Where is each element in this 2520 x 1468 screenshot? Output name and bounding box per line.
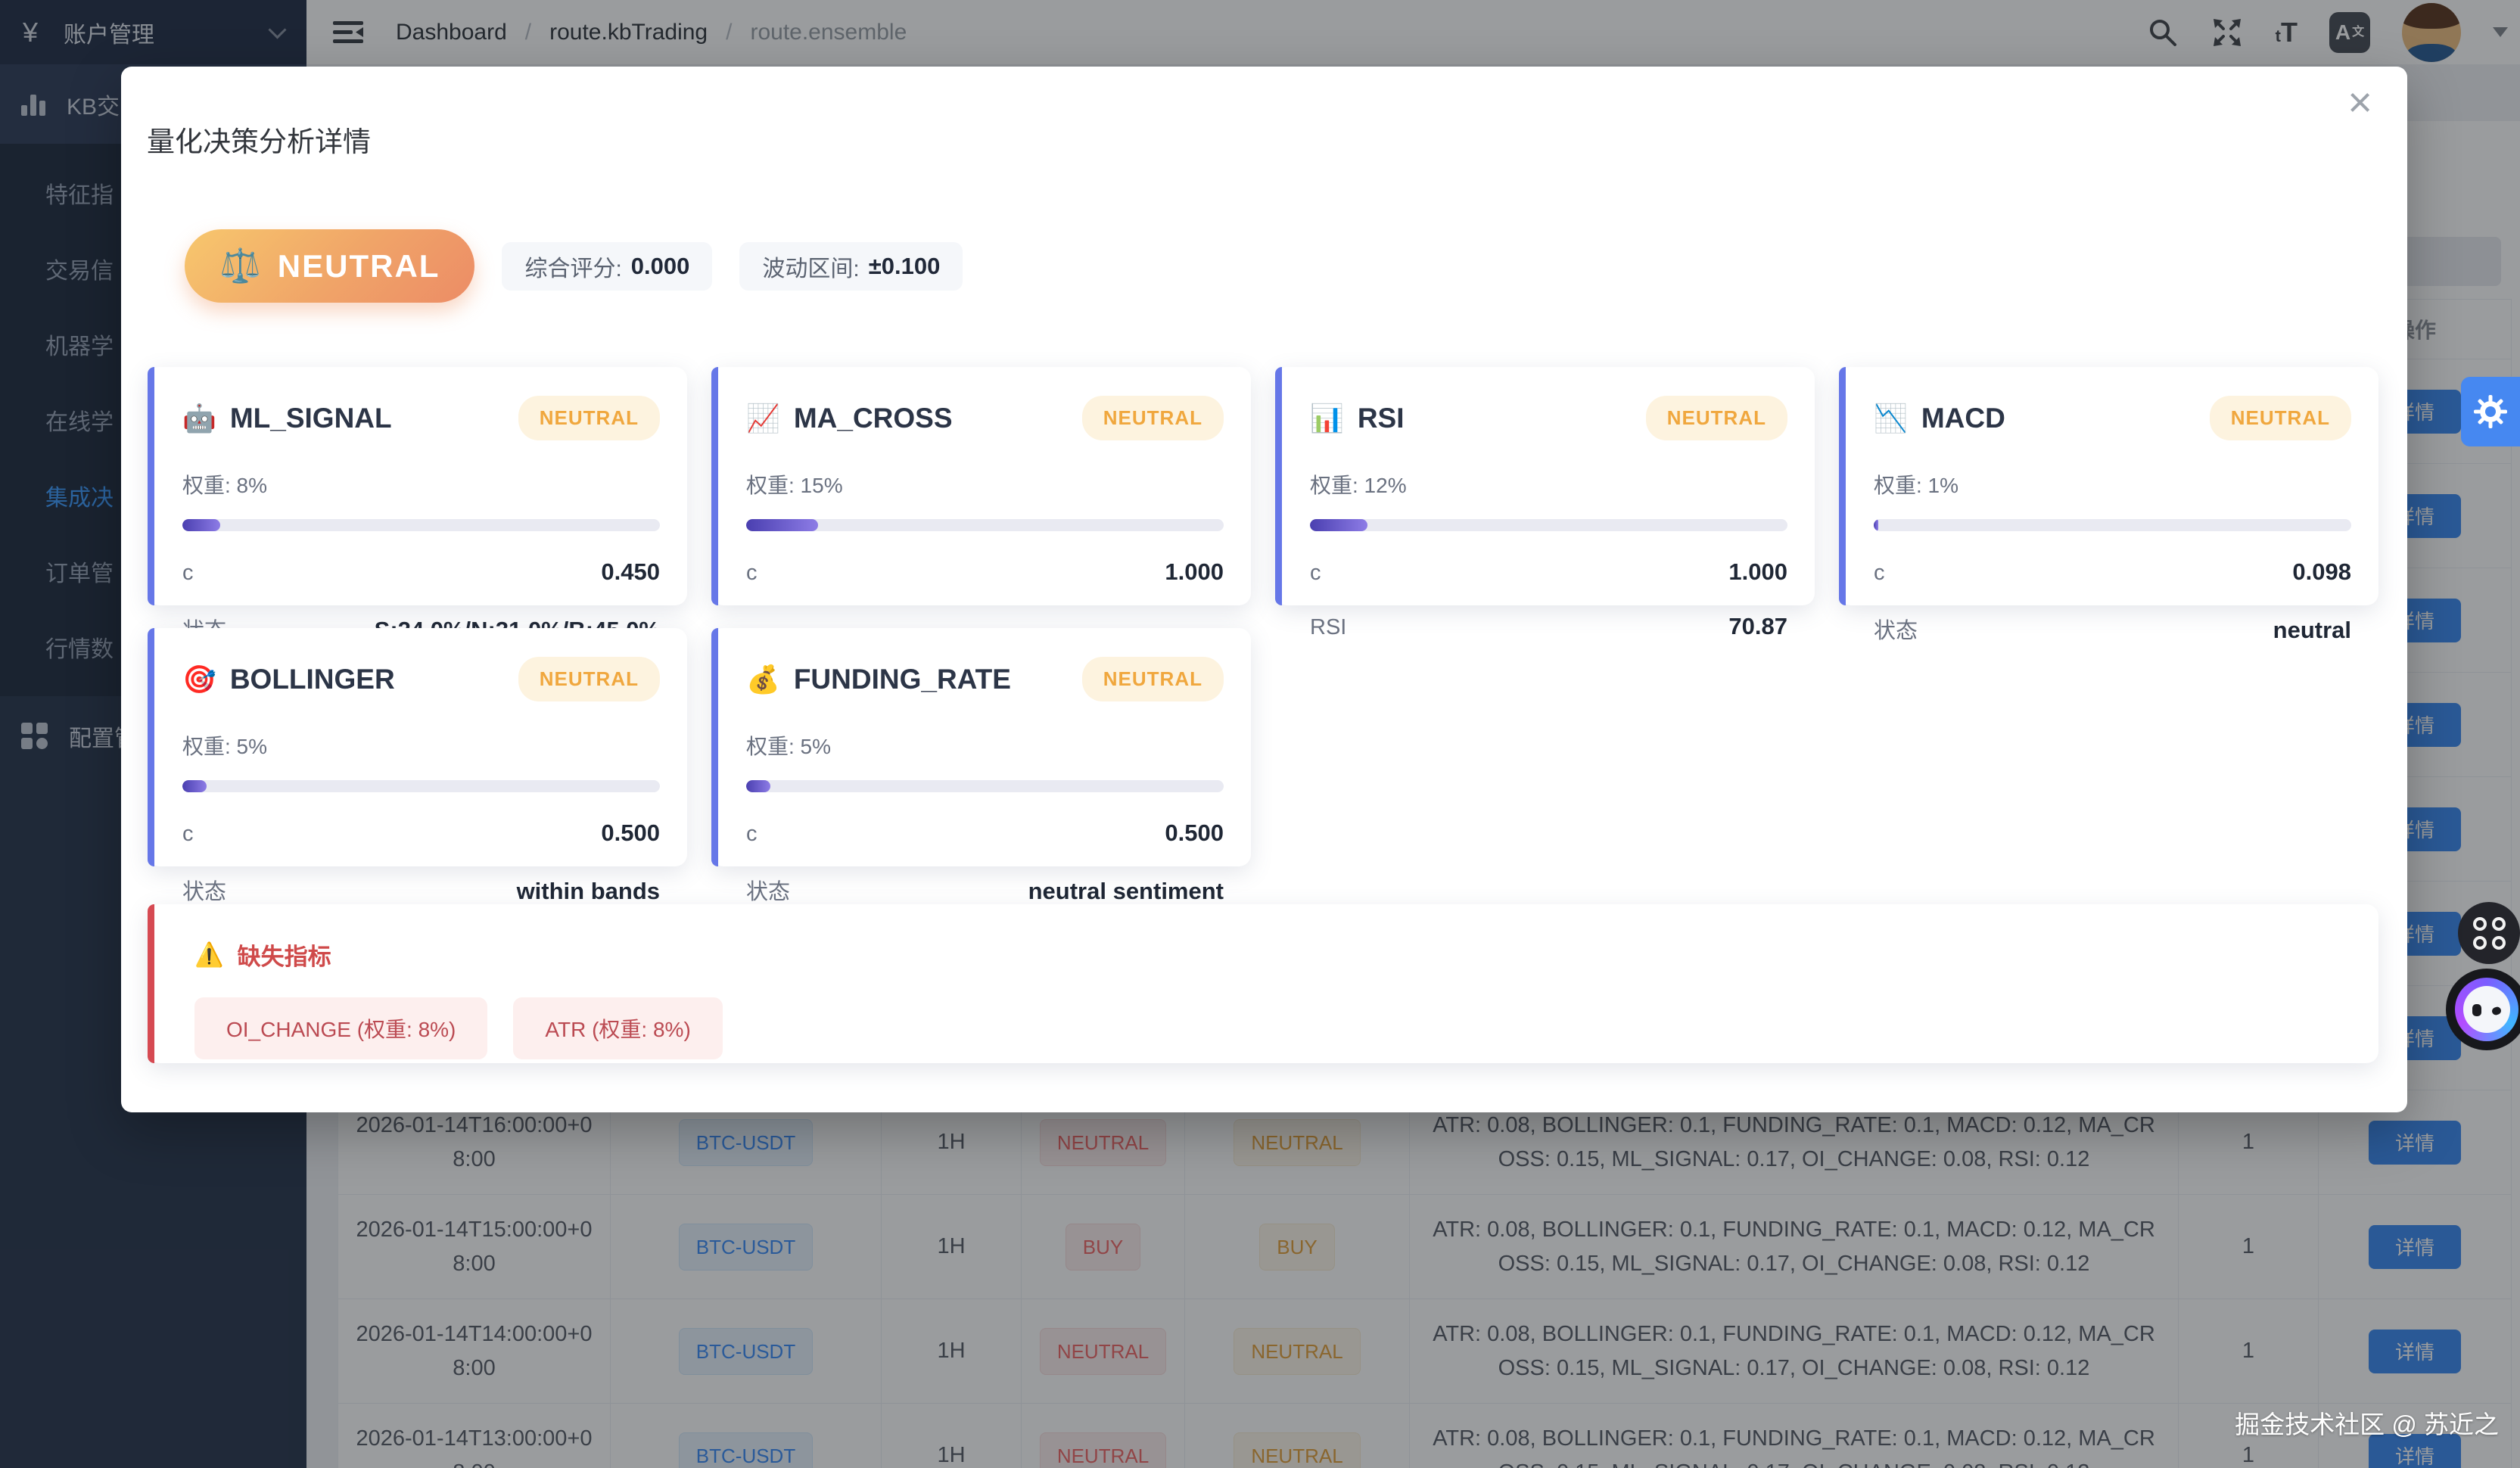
money-bag-icon: 💰 bbox=[746, 664, 780, 695]
chart-down-icon: 📉 bbox=[1874, 403, 1908, 434]
modal-title: 量化决策分析详情 bbox=[147, 119, 371, 160]
weight-progress bbox=[1874, 519, 2351, 531]
apps-grid-icon bbox=[2473, 917, 2506, 950]
overall-score-value: 0.000 bbox=[631, 253, 690, 280]
widgets-button[interactable] bbox=[2458, 902, 2520, 964]
missing-indicator-chip: OI_CHANGE (权重: 8%) bbox=[194, 997, 487, 1059]
watermark: 掘金技术社区 @ 苏近之 bbox=[2235, 1404, 2499, 1441]
gear-icon bbox=[2473, 394, 2508, 429]
close-icon[interactable]: × bbox=[2343, 80, 2377, 124]
indicator-card-ml-signal: 🤖ML_SIGNAL NEUTRAL 权重: 8% c0.450 状态S:24.… bbox=[148, 367, 687, 605]
weight-label: 权重: 15% bbox=[746, 469, 1224, 499]
ai-assistant-button[interactable] bbox=[2446, 969, 2520, 1050]
overall-summary-row: ⚖️ NEUTRAL 综合评分: 0.000 波动区间: ±0.100 bbox=[185, 229, 963, 303]
overall-signal-badge: ⚖️ NEUTRAL bbox=[185, 229, 474, 303]
overall-signal-label: NEUTRAL bbox=[278, 248, 440, 285]
robot-icon: 🤖 bbox=[182, 403, 216, 434]
indicator-card-ma-cross: 📈MA_CROSS NEUTRAL 权重: 15% c1.000 bbox=[711, 367, 1251, 605]
missing-indicators-card: ⚠️ 缺失指标 OI_CHANGE (权重: 8%) ATR (权重: 8%) bbox=[148, 904, 2378, 1063]
indicator-card-bollinger: 🎯BOLLINGER NEUTRAL 权重: 5% c0.500 状态withi… bbox=[148, 628, 687, 866]
quant-decision-modal: 量化决策分析详情 × ⚖️ NEUTRAL 综合评分: 0.000 波动区间: … bbox=[121, 67, 2407, 1112]
indicator-cards: 🤖ML_SIGNAL NEUTRAL 权重: 8% c0.450 状态S:24.… bbox=[148, 367, 2378, 866]
weight-label: 权重: 5% bbox=[182, 730, 660, 760]
balance-scale-icon: ⚖️ bbox=[219, 250, 261, 283]
weight-label: 权重: 12% bbox=[1310, 469, 1787, 499]
status-badge: NEUTRAL bbox=[2210, 396, 2351, 440]
weight-progress bbox=[746, 519, 1224, 531]
missing-indicator-chip: ATR (权重: 8%) bbox=[513, 997, 722, 1059]
weight-label: 权重: 8% bbox=[182, 469, 660, 499]
volatility-range-value: ±0.100 bbox=[869, 253, 941, 280]
status-badge: NEUTRAL bbox=[518, 657, 660, 701]
screen: Dashboard / route.kbTrading / route.ense… bbox=[0, 0, 2520, 1468]
overall-score: 综合评分: 0.000 bbox=[502, 242, 712, 291]
indicator-card-funding-rate: 💰FUNDING_RATE NEUTRAL 权重: 5% c0.500 状态ne… bbox=[711, 628, 1251, 866]
target-icon: 🎯 bbox=[182, 664, 216, 695]
weight-label: 权重: 1% bbox=[1874, 469, 2351, 499]
warning-icon: ⚠️ bbox=[194, 941, 224, 969]
weight-progress bbox=[1310, 519, 1787, 531]
indicator-card-macd: 📉MACD NEUTRAL 权重: 1% c0.098 状态neutral bbox=[1839, 367, 2378, 605]
weight-label: 权重: 5% bbox=[746, 730, 1224, 760]
chart-up-icon: 📈 bbox=[746, 403, 780, 434]
status-badge: NEUTRAL bbox=[1082, 396, 1224, 440]
volatility-range: 波动区间: ±0.100 bbox=[739, 242, 963, 291]
weight-progress bbox=[182, 519, 660, 531]
indicator-card-rsi: 📊RSI NEUTRAL 权重: 12% c1.000 RSI70.87 bbox=[1275, 367, 1815, 605]
missing-indicators-title: 缺失指标 bbox=[238, 938, 331, 972]
settings-drawer-button[interactable] bbox=[2461, 377, 2520, 446]
robot-face-icon bbox=[2455, 978, 2518, 1041]
status-badge: NEUTRAL bbox=[518, 396, 660, 440]
status-badge: NEUTRAL bbox=[1646, 396, 1787, 440]
bar-chart-icon: 📊 bbox=[1310, 403, 1344, 434]
weight-progress bbox=[182, 780, 660, 792]
weight-progress bbox=[746, 780, 1224, 792]
status-badge: NEUTRAL bbox=[1082, 657, 1224, 701]
